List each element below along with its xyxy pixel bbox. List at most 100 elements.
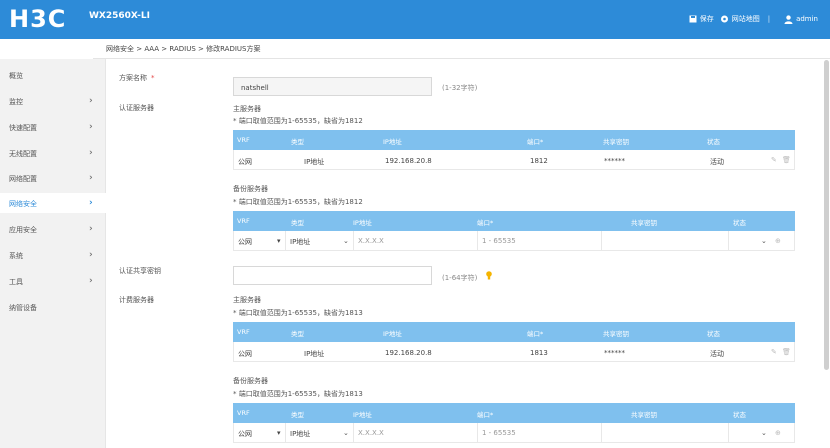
save-icon — [689, 15, 697, 23]
scheme-name-input[interactable]: natshell — [233, 77, 432, 96]
col-type: 类型 — [291, 219, 304, 227]
cell-status: 活动 — [710, 158, 724, 166]
sidebar-item-tools[interactable]: 工具 › — [0, 271, 106, 291]
cell-vrf: 公网 — [238, 350, 252, 358]
user-menu[interactable]: admin — [784, 14, 818, 24]
status-select[interactable]: ⌄ — [729, 231, 773, 250]
sidebar-item-network-config[interactable]: 网络配置 › — [0, 168, 106, 188]
chevron-right-icon: › — [89, 276, 93, 286]
shared-key-input[interactable] — [602, 231, 729, 250]
breadcrumb-divider — [93, 58, 830, 59]
cell-key: ****** — [604, 349, 625, 357]
col-type: 类型 — [291, 330, 304, 338]
port-input[interactable]: 1 - 65535 — [478, 423, 602, 442]
lightbulb-icon[interactable] — [486, 271, 492, 281]
auth-shared-key-label: 认证共享密钥 — [119, 267, 161, 275]
auth-shared-key-input[interactable] — [233, 266, 432, 285]
auth-backup-table: VRF 类型 IP地址 端口* 共享密钥 状态 公网 ▾ IP地址 ⌄ X.X.X.… — [233, 211, 795, 251]
sidebar-item-system[interactable]: 系统 › — [0, 245, 106, 265]
scheme-name-label: 方案名称 * — [119, 73, 155, 83]
table-row: 公网 ▾ IP地址 ⌄ X.X.X.X 1 - 65535 ⌄ ⊕ — [233, 423, 795, 443]
header-actions: 保存 网站地图 | admin — [683, 14, 818, 24]
shared-key-input[interactable] — [602, 423, 729, 442]
table-header: VRF 类型 IP地址 端口* 共享密钥 状态 — [233, 403, 795, 423]
col-key: 共享密钥 — [631, 219, 657, 227]
sidebar-item-app-security[interactable]: 应用安全 › — [0, 219, 106, 239]
status-select[interactable]: ⌄ — [729, 423, 773, 442]
col-port: 端口* — [527, 330, 544, 338]
acct-primary-table: VRF 类型 IP地址 端口* 共享密钥 状态 公网 IP地址 192.168.… — [233, 322, 795, 362]
chevron-right-icon: › — [89, 250, 93, 260]
acct-backup-title: 备份服务器 — [233, 377, 268, 385]
acct-primary-port-note: * 端口取值范围为1-65535，缺省为1813 — [233, 309, 363, 317]
required-mark: * — [151, 74, 155, 82]
col-status: 状态 — [707, 330, 720, 338]
auth-backup-port-note: * 端口取值范围为1-65535，缺省为1812 — [233, 198, 363, 206]
ip-input[interactable]: X.X.X.X — [354, 231, 478, 250]
cell-key: ****** — [604, 157, 625, 165]
col-type: 类型 — [291, 138, 304, 146]
sidebar-item-managed-devices[interactable]: 纳管设备 — [0, 297, 106, 317]
port-input[interactable]: 1 - 65535 — [478, 231, 602, 250]
type-select[interactable]: IP地址 ⌄ — [286, 231, 354, 250]
auth-primary-port-note: * 端口取值范围为1-65535，缺省为1812 — [233, 117, 363, 125]
acct-backup-port-note: * 端口取值范围为1-65535，缺省为1813 — [233, 390, 363, 398]
scheme-name-hint: (1-32字符) — [442, 84, 478, 92]
save-button[interactable]: 保存 — [689, 14, 714, 24]
col-status: 状态 — [733, 219, 746, 227]
sitemap-label: 网站地图 — [731, 15, 760, 23]
user-label: admin — [796, 15, 818, 23]
edit-icon[interactable]: ✎ — [771, 348, 777, 356]
auth-backup-title: 备份服务器 — [233, 185, 268, 193]
add-row-icon[interactable]: ⊕ — [775, 429, 781, 437]
col-status: 状态 — [733, 411, 746, 419]
sitemap-icon — [720, 15, 728, 23]
col-vrf: VRF — [237, 217, 250, 225]
vertical-scrollbar[interactable] — [824, 60, 829, 370]
sidebar-item-label: 系统 — [9, 252, 23, 260]
save-label: 保存 — [699, 15, 714, 23]
sidebar-item-wireless-config[interactable]: 无线配置 › — [0, 143, 106, 163]
sitemap-button[interactable]: 网站地图 — [720, 14, 760, 24]
auth-shared-key-hint: (1-64字符) — [442, 274, 478, 282]
col-vrf: VRF — [237, 136, 250, 144]
sidebar-item-quick-config[interactable]: 快速配置 › — [0, 117, 106, 137]
col-vrf: VRF — [237, 328, 250, 336]
vrf-select[interactable]: 公网 ▾ — [234, 231, 286, 250]
cell-port: 1812 — [530, 157, 548, 165]
edit-icon[interactable]: ✎ — [771, 156, 777, 164]
sidebar-item-label: 工具 — [9, 278, 23, 286]
dropdown-arrow-icon: ▾ — [277, 237, 281, 245]
delete-icon[interactable]: 🗑 — [782, 156, 791, 164]
col-key: 共享密钥 — [631, 411, 657, 419]
chevron-right-icon: › — [89, 96, 93, 106]
sidebar-item-overview[interactable]: 概览 — [0, 65, 106, 85]
type-value: IP地址 — [290, 430, 311, 438]
breadcrumb: 网络安全 > AAA > RADIUS > 修改RADIUS方案 — [106, 45, 261, 53]
col-type: 类型 — [291, 411, 304, 419]
sidebar-item-network-security[interactable]: 网络安全 › — [0, 193, 106, 213]
type-select[interactable]: IP地址 ⌄ — [286, 423, 354, 442]
chevron-down-icon: ⌄ — [343, 237, 349, 245]
cell-status: 活动 — [710, 350, 724, 358]
delete-icon[interactable]: 🗑 — [782, 348, 791, 356]
ip-placeholder: X.X.X.X — [358, 429, 384, 437]
sidebar-item-label: 纳管设备 — [9, 304, 37, 312]
col-status: 状态 — [707, 138, 720, 146]
ip-input[interactable]: X.X.X.X — [354, 423, 478, 442]
add-row-icon[interactable]: ⊕ — [775, 237, 781, 245]
sidebar-nav: 概览 监控 › 快速配置 › 无线配置 › 网络配置 › 网络安全 › 应用安全 › 系统 ›… — [0, 59, 106, 448]
cell-port: 1813 — [530, 349, 548, 357]
vrf-select[interactable]: 公网 ▾ — [234, 423, 286, 442]
scheme-name-value: natshell — [241, 84, 269, 92]
chevron-right-icon: › — [89, 148, 93, 158]
vrf-value: 公网 — [238, 430, 252, 438]
device-model: WX2560X-LI — [89, 11, 150, 21]
col-ip: IP地址 — [353, 219, 372, 227]
table-header: VRF 类型 IP地址 端口* 共享密钥 状态 — [233, 211, 795, 231]
top-header-bar: H3C WX2560X-LI 保存 网站地图 | admin — [0, 0, 830, 39]
sidebar-item-monitor[interactable]: 监控 › — [0, 91, 106, 111]
chevron-down-icon: ⌄ — [343, 429, 349, 437]
port-placeholder: 1 - 65535 — [482, 237, 516, 245]
cell-type: IP地址 — [304, 350, 325, 358]
